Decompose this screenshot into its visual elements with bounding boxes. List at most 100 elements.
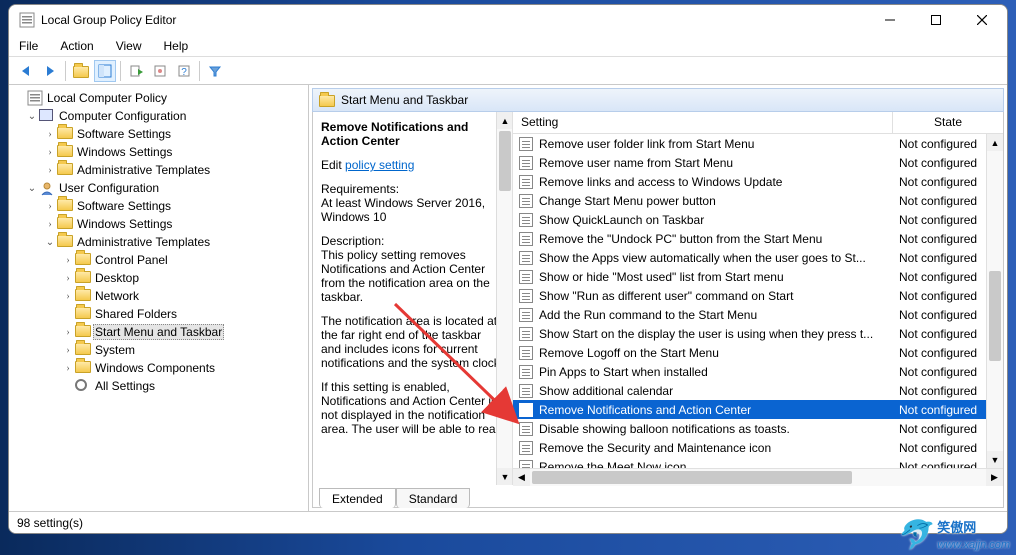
edit-policy-link[interactable]: policy setting	[345, 158, 414, 172]
tree-network[interactable]: Network	[93, 289, 141, 303]
up-button[interactable]	[70, 60, 92, 82]
policy-row[interactable]: Remove links and access to Windows Updat…	[513, 172, 1003, 191]
vertical-scrollbar[interactable]: ▲ ▼	[986, 134, 1003, 468]
tab-standard[interactable]: Standard	[396, 488, 471, 508]
back-button[interactable]	[15, 60, 37, 82]
scroll-up-icon[interactable]: ▲	[497, 112, 513, 129]
policy-row[interactable]: Show additional calendarNot configured	[513, 381, 1003, 400]
policy-root-icon	[27, 90, 43, 106]
folder-icon	[75, 343, 91, 355]
tree-user-windows[interactable]: Windows Settings	[75, 217, 174, 231]
policy-row[interactable]: Show or hide "Most used" list from Start…	[513, 267, 1003, 286]
properties-button[interactable]	[149, 60, 171, 82]
tree-shared-folders[interactable]: Shared Folders	[93, 307, 179, 321]
policy-row[interactable]: Remove user name from Start MenuNot conf…	[513, 153, 1003, 172]
scroll-up-icon[interactable]: ▲	[987, 134, 1003, 151]
tree-desktop[interactable]: Desktop	[93, 271, 141, 285]
expander-icon[interactable]: ›	[43, 219, 57, 230]
expander-icon[interactable]: ›	[43, 165, 57, 176]
tree-comp-software[interactable]: Software Settings	[75, 127, 173, 141]
policy-row[interactable]: Change Start Menu power buttonNot config…	[513, 191, 1003, 210]
policy-state: Not configured	[899, 346, 999, 360]
policy-row[interactable]: Remove the Meet Now iconNot configured	[513, 457, 1003, 468]
menu-file[interactable]: File	[15, 37, 42, 55]
policy-row[interactable]: Show the Apps view automatically when th…	[513, 248, 1003, 267]
policy-icon	[519, 345, 535, 361]
expander-icon[interactable]: ›	[61, 327, 75, 338]
policy-row[interactable]: Show Start on the display the user is us…	[513, 324, 1003, 343]
folder-icon	[75, 271, 91, 283]
help-button[interactable]: ?	[173, 60, 195, 82]
tree-user-admin[interactable]: Administrative Templates	[75, 235, 212, 249]
scroll-down-icon[interactable]: ▼	[987, 451, 1003, 468]
app-window: Local Group Policy Editor File Action Vi…	[8, 4, 1008, 534]
details-header-title: Start Menu and Taskbar	[341, 93, 468, 107]
policy-label: Disable showing balloon notifications as…	[539, 422, 899, 436]
expander-icon[interactable]: ›	[61, 291, 75, 302]
policy-row[interactable]: Remove Notifications and Action CenterNo…	[513, 400, 1003, 419]
policy-label: Show "Run as different user" command on …	[539, 289, 899, 303]
expander-icon[interactable]: ›	[43, 201, 57, 212]
expander-icon[interactable]: ›	[61, 363, 75, 374]
tree-root[interactable]: Local Computer Policy	[45, 91, 169, 105]
scroll-down-icon[interactable]: ▼	[497, 468, 513, 485]
tree-computer-configuration[interactable]: Computer Configuration	[57, 109, 188, 123]
tree-system[interactable]: System	[93, 343, 137, 357]
export-button[interactable]	[125, 60, 147, 82]
expander-icon[interactable]: ›	[61, 273, 75, 284]
policy-row[interactable]: Show "Run as different user" command on …	[513, 286, 1003, 305]
minimize-button[interactable]	[867, 5, 913, 35]
tree-comp-admin[interactable]: Administrative Templates	[75, 163, 212, 177]
scroll-left-icon[interactable]: ◀	[513, 469, 530, 486]
policy-row[interactable]: Remove user folder link from Start MenuN…	[513, 134, 1003, 153]
show-tree-button[interactable]	[94, 60, 116, 82]
scroll-thumb[interactable]	[499, 131, 511, 191]
close-button[interactable]	[959, 5, 1005, 35]
policy-row[interactable]: Remove Logoff on the Start MenuNot confi…	[513, 343, 1003, 362]
expander-icon[interactable]: ›	[43, 147, 57, 158]
policy-row[interactable]: Show QuickLaunch on TaskbarNot configure…	[513, 210, 1003, 229]
tree-comp-windows[interactable]: Windows Settings	[75, 145, 174, 159]
policy-state: Not configured	[899, 213, 999, 227]
policy-row[interactable]: Remove the Security and Maintenance icon…	[513, 438, 1003, 457]
description-scrollbar[interactable]: ▲ ▼	[496, 112, 513, 485]
scroll-right-icon[interactable]: ▶	[986, 469, 1003, 486]
column-state[interactable]: State	[893, 112, 1003, 133]
menu-help[interactable]: Help	[160, 37, 193, 55]
computer-icon	[39, 109, 53, 121]
policy-state: Not configured	[899, 403, 999, 417]
horizontal-scrollbar[interactable]: ◀ ▶	[513, 468, 1003, 485]
tab-extended[interactable]: Extended	[319, 488, 396, 508]
maximize-button[interactable]	[913, 5, 959, 35]
expander-icon[interactable]: ›	[43, 129, 57, 140]
column-setting[interactable]: Setting	[513, 112, 893, 133]
watermark: 🐬 笑傲网 www.xajjn.com	[896, 517, 1010, 551]
filter-button[interactable]	[204, 60, 226, 82]
tree-windows-components[interactable]: Windows Components	[93, 361, 217, 375]
policy-row[interactable]: Add the Run command to the Start MenuNot…	[513, 305, 1003, 324]
expander-icon[interactable]: ⌄	[43, 237, 57, 248]
tree-user-software[interactable]: Software Settings	[75, 199, 173, 213]
tree-start-menu-taskbar[interactable]: Start Menu and Taskbar	[93, 324, 224, 340]
scroll-thumb[interactable]	[532, 471, 852, 484]
expander-icon[interactable]: ⌄	[25, 183, 39, 194]
title-bar: Local Group Policy Editor	[9, 5, 1007, 35]
tree-control-panel[interactable]: Control Panel	[93, 253, 170, 267]
expander-icon[interactable]: ⌄	[25, 111, 39, 122]
policy-row[interactable]: Pin Apps to Start when installedNot conf…	[513, 362, 1003, 381]
expander-icon[interactable]: ›	[61, 345, 75, 356]
tree-pane[interactable]: ▾ Local Computer Policy ⌄ Computer Confi…	[9, 85, 309, 511]
menu-view[interactable]: View	[112, 37, 146, 55]
tree-all-settings[interactable]: All Settings	[93, 379, 157, 393]
menu-action[interactable]: Action	[56, 37, 97, 55]
policy-label: Show Start on the display the user is us…	[539, 327, 899, 341]
forward-button[interactable]	[39, 60, 61, 82]
expander-icon[interactable]: ›	[61, 255, 75, 266]
policy-icon	[519, 364, 535, 380]
policy-label: Remove the Meet Now icon	[539, 460, 899, 469]
policy-row[interactable]: Remove the "Undock PC" button from the S…	[513, 229, 1003, 248]
tree-user-configuration[interactable]: User Configuration	[57, 181, 161, 195]
policy-row[interactable]: Disable showing balloon notifications as…	[513, 419, 1003, 438]
policy-label: Add the Run command to the Start Menu	[539, 308, 899, 322]
scroll-thumb[interactable]	[989, 271, 1001, 361]
